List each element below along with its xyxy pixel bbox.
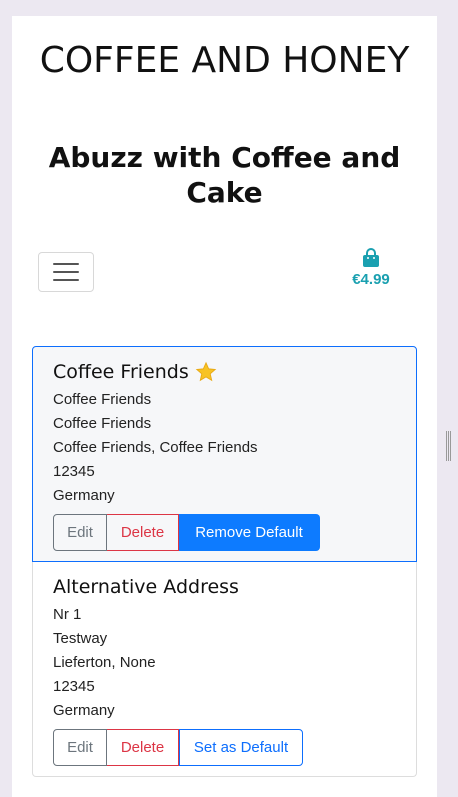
address-line: Coffee Friends: [53, 415, 152, 432]
hamburger-icon-bar: [53, 271, 79, 273]
address-name-label: Coffee Friends: [53, 361, 189, 383]
address-actions: Edit Delete Set as Default: [53, 729, 396, 766]
address-line: Lieferton, None: [53, 654, 156, 671]
cart-total: €4.99: [352, 271, 390, 288]
address-actions: Edit Delete Remove Default: [53, 514, 396, 551]
address-postcode: 12345: [53, 678, 95, 695]
site-tagline: Abuzz with Coffee and Cake: [48, 141, 401, 209]
edit-button[interactable]: Edit: [53, 729, 107, 766]
navbar-toggle-button[interactable]: [38, 252, 94, 292]
address-card: Alternative Address Nr 1 Testway Liefert…: [32, 562, 417, 777]
address-country: Germany: [53, 487, 115, 504]
delete-button[interactable]: Delete: [107, 514, 179, 551]
cart-link[interactable]: €4.99: [340, 248, 402, 288]
address-card-default: Coffee Friends Coffee Friends Coffee Fri…: [32, 346, 417, 562]
address-name: Alternative Address: [53, 576, 239, 598]
star-icon: [195, 361, 217, 382]
resize-handle[interactable]: [446, 431, 451, 461]
address-line: Nr 1: [53, 606, 82, 623]
address-line: Coffee Friends, Coffee Friends: [53, 439, 258, 456]
set-default-button[interactable]: Set as Default: [179, 729, 303, 766]
remove-default-button[interactable]: Remove Default: [179, 514, 320, 551]
address-line: Testway: [53, 630, 108, 647]
address-country: Germany: [53, 702, 115, 719]
page-container: COFFEE AND HONEY Abuzz with Coffee and C…: [12, 16, 437, 797]
hamburger-icon-bar: [53, 279, 79, 281]
edit-button[interactable]: Edit: [53, 514, 107, 551]
site-title[interactable]: COFFEE AND HONEY: [12, 40, 437, 82]
address-line: Coffee Friends: [53, 391, 152, 408]
address-name: Coffee Friends: [53, 359, 396, 385]
delete-button[interactable]: Delete: [107, 729, 179, 766]
address-postcode: 12345: [53, 463, 95, 480]
shopping-bag-icon: [363, 248, 379, 267]
hamburger-icon: [53, 263, 79, 265]
